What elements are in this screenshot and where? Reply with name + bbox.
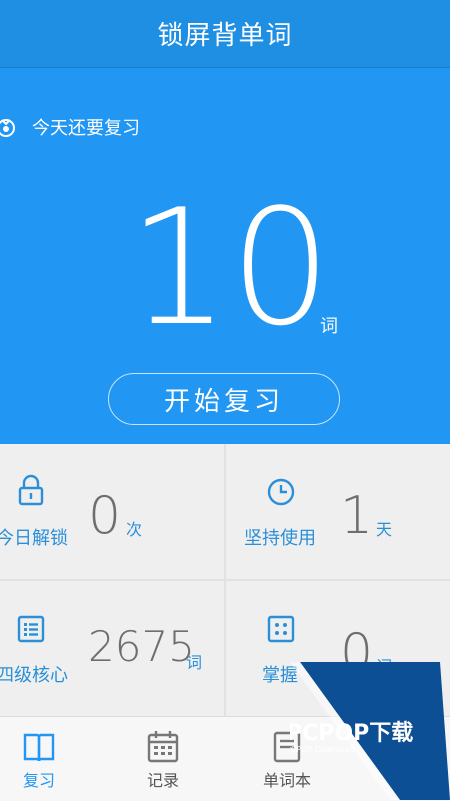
stat-label: 坚持使用 [244,528,316,549]
stat-cet4-core[interactable]: 四级核心 2675 词 [0,581,224,716]
start-review-button[interactable]: 开始复习 [108,373,340,425]
stat-unlock-today[interactable]: 今日解锁 0 次 [0,444,224,579]
stat-days-used[interactable]: 坚持使用 1 天 [226,444,450,579]
review-count: 10 [128,174,332,361]
clock-icon [267,478,295,506]
review-badge-icon [0,119,15,137]
stat-value: 2675 [88,622,195,671]
pcpop-watermark: PCPOP下载 PCPOP Download [290,662,450,800]
book-icon [23,733,55,762]
review-label: 今天还要复习 [32,118,140,139]
stat-value: 0 [88,486,122,546]
stat-label: 四级核心 [0,665,68,686]
review-count-area: 10 词 [0,178,450,358]
review-hero: 今天还要复习 10 词 开始复习 [0,68,450,444]
review-count-unit: 词 [320,316,338,337]
app-header: 锁屏背单词 [0,0,450,68]
review-row: 今天还要复习 [0,114,140,140]
stat-unit: 次 [126,520,143,539]
list-icon [17,615,45,643]
stat-value: 1 [340,486,374,546]
lock-icon [18,474,44,506]
watermark-brand: PCPOP下载 [290,720,413,746]
watermark-sub: PCPOP Download [290,745,355,754]
stat-label: 今日解锁 [0,528,68,549]
dice-icon [267,615,295,643]
stat-unit: 天 [376,520,393,539]
stat-unit: 词 [186,653,203,672]
calendar-icon [147,731,179,763]
app-title: 锁屏背单词 [157,21,293,51]
